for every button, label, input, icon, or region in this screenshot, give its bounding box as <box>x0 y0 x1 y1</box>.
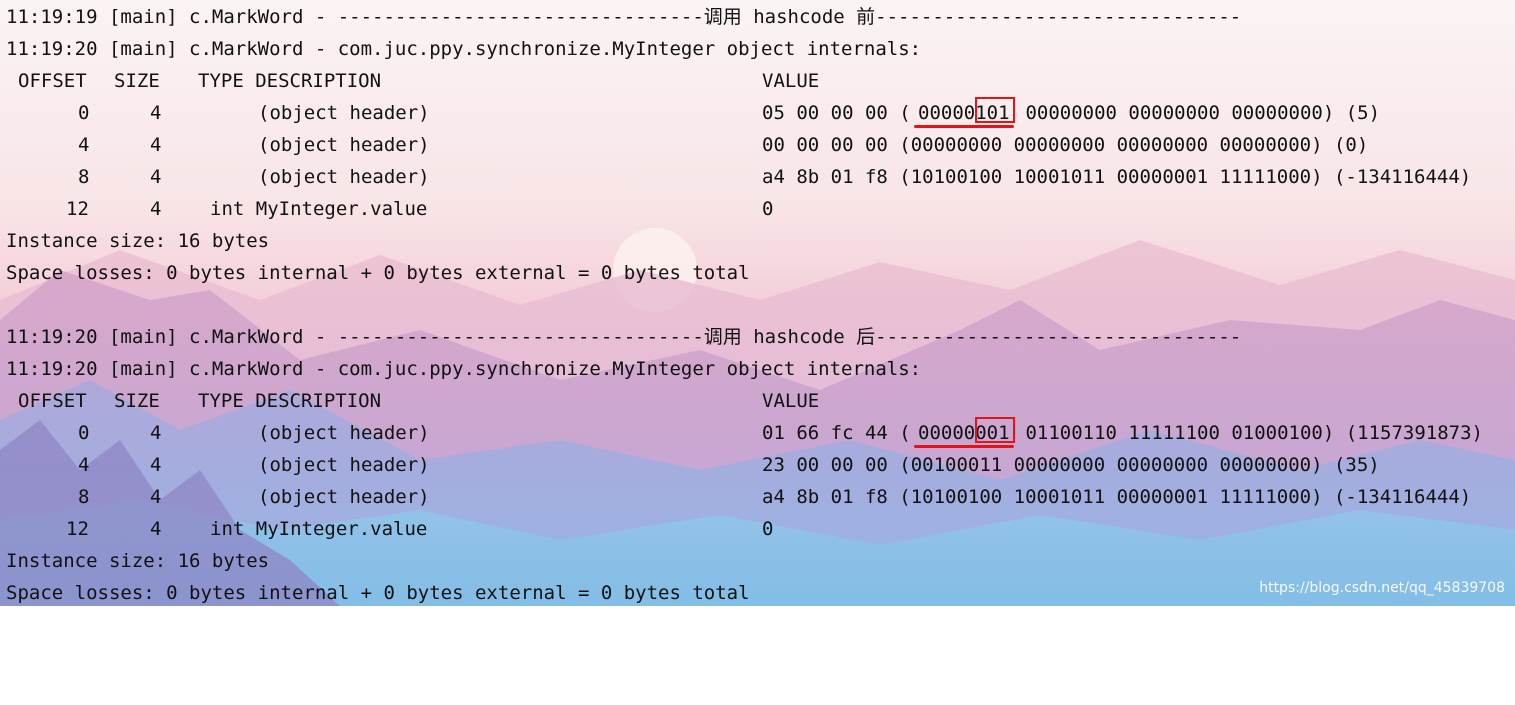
row-size: 4 <box>150 102 162 124</box>
row-offset: 12 <box>66 198 89 220</box>
row-size: 4 <box>150 518 162 540</box>
row-value: a4 8b 01 f8 (10100100 10001011 00000001 … <box>762 486 1472 508</box>
highlight-underline <box>914 445 1014 448</box>
row-size: 4 <box>150 454 162 476</box>
table-row: 4 4 (object header) 23 00 00 00 (0010001… <box>6 449 1380 481</box>
row-value: 0 <box>762 198 774 220</box>
row-value: 00 00 00 00 (00000000 00000000 00000000 … <box>762 134 1369 156</box>
table-row: 12 4 int MyInteger.value 0 <box>6 513 773 545</box>
row-offset: 4 <box>78 134 90 156</box>
lock-bits-highlight-box <box>975 417 1015 443</box>
col-type-header: TYPE DESCRIPTION <box>198 390 382 412</box>
row-value: a4 8b 01 f8 (10100100 10001011 00000001 … <box>762 166 1472 188</box>
row-type: (object header) <box>258 166 430 188</box>
value-prefix: 01 66 fc 44 ( <box>762 422 911 444</box>
row-type: int MyInteger.value <box>210 198 428 220</box>
row-size: 4 <box>150 422 162 444</box>
row-type: (object header) <box>258 486 430 508</box>
col-size-header: SIZE <box>114 390 160 412</box>
row-offset: 4 <box>78 454 90 476</box>
col-type-header: TYPE DESCRIPTION <box>198 70 382 92</box>
row-offset: 8 <box>78 486 90 508</box>
table-row: 0 4 (object header) 01 66 fc 44 ( 000000… <box>6 417 1483 449</box>
value-prefix: 05 00 00 00 ( <box>762 102 911 124</box>
row-offset: 12 <box>66 518 89 540</box>
log-header-after-hashcode: 11:19:20 [main] c.MarkWord - -----------… <box>6 326 1242 348</box>
col-offset-header: OFFSET <box>18 70 87 92</box>
lock-bits-highlight-box <box>975 97 1015 123</box>
row-size: 4 <box>150 198 162 220</box>
instance-size-line: Instance size: 16 bytes <box>6 550 270 572</box>
table-row: 4 4 (object header) 00 00 00 00 (0000000… <box>6 129 1368 161</box>
highlight-underline <box>914 125 1014 128</box>
space-losses-line: Space losses: 0 bytes internal + 0 bytes… <box>6 582 750 604</box>
console-output: 11:19:19 [main] c.MarkWord - -----------… <box>0 0 1515 606</box>
watermark-text: https://blog.csdn.net/qq_45839708 <box>1259 580 1505 596</box>
row-size: 4 <box>150 166 162 188</box>
row-value: 0 <box>762 518 774 540</box>
row-type: int MyInteger.value <box>210 518 428 540</box>
row-offset: 0 <box>78 422 90 444</box>
instance-size-line: Instance size: 16 bytes <box>6 230 270 252</box>
row-offset: 0 <box>78 102 90 124</box>
row-offset: 8 <box>78 166 90 188</box>
row-value: 23 00 00 00 (00100011 00000000 00000000 … <box>762 454 1380 476</box>
object-internals-line: 11:19:20 [main] c.MarkWord - com.juc.ppy… <box>6 358 922 380</box>
row-type: (object header) <box>258 134 430 156</box>
table-row: 0 4 (object header) 05 00 00 00 ( 000001… <box>6 97 1380 129</box>
table-row: 8 4 (object header) a4 8b 01 f8 (1010010… <box>6 481 1471 513</box>
log-header-before-hashcode: 11:19:19 [main] c.MarkWord - -----------… <box>6 6 1242 28</box>
object-internals-line: 11:19:20 [main] c.MarkWord - com.juc.ppy… <box>6 38 922 60</box>
table-header: OFFSET SIZE TYPE DESCRIPTION VALUE <box>6 65 819 97</box>
table-header: OFFSET SIZE TYPE DESCRIPTION VALUE <box>6 385 819 417</box>
row-type: (object header) <box>258 454 430 476</box>
col-size-header: SIZE <box>114 70 160 92</box>
value-suffix: 00000000 00000000 00000000) (5) <box>1014 102 1381 124</box>
row-type: (object header) <box>258 102 430 124</box>
col-value-header: VALUE <box>762 70 820 92</box>
col-value-header: VALUE <box>762 390 820 412</box>
row-type: (object header) <box>258 422 430 444</box>
value-suffix: 01100110 11111100 01000100) (1157391873) <box>1014 422 1483 444</box>
row-size: 4 <box>150 134 162 156</box>
space-losses-line: Space losses: 0 bytes internal + 0 bytes… <box>6 262 750 284</box>
table-row: 12 4 int MyInteger.value 0 <box>6 193 773 225</box>
col-offset-header: OFFSET <box>18 390 87 412</box>
table-row: 8 4 (object header) a4 8b 01 f8 (1010010… <box>6 161 1471 193</box>
row-size: 4 <box>150 486 162 508</box>
